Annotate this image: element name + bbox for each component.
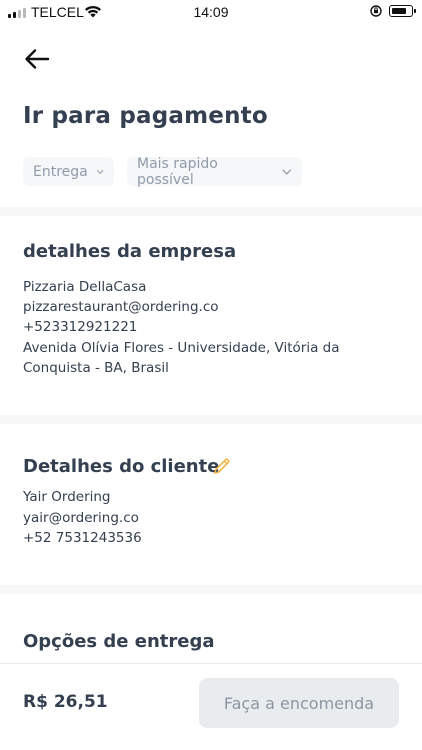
section-divider <box>0 207 422 216</box>
delivery-time-label: Mais rapido possível <box>137 155 218 188</box>
page-title: Ir para pagamento <box>23 103 268 129</box>
delivery-time-dropdown[interactable]: Mais rapido possível <box>127 155 302 188</box>
business-phone: +523312921221 <box>23 319 138 335</box>
business-name: Pizzaria DellaCasa <box>23 279 147 295</box>
customer-name: Yair Ordering <box>23 489 111 505</box>
section-divider <box>0 415 422 424</box>
customer-phone: +52 7531243536 <box>23 530 142 546</box>
battery-level <box>391 7 406 14</box>
customer-email: yair@ordering.co <box>23 510 139 526</box>
orientation-lock-icon <box>370 5 382 17</box>
back-arrow-icon[interactable] <box>22 46 52 72</box>
business-address-line1: Avenida Olívia Flores - Universidade, Vi… <box>23 340 340 356</box>
place-order-button[interactable]: Faça a encomenda <box>199 678 399 728</box>
business-details-title: detalhes da empresa <box>23 241 237 262</box>
chevron-down-icon <box>96 169 104 174</box>
delivery-type-dropdown[interactable]: Entrega <box>23 157 114 186</box>
clock: 14:09 <box>193 4 229 20</box>
delivery-type-label: Entrega <box>33 163 88 180</box>
checkout-footer: R$ 26,51 Faça a encomenda <box>0 663 422 750</box>
business-email: pizzarestaurant@ordering.co <box>23 299 219 315</box>
chevron-down-icon <box>281 168 291 175</box>
pencil-icon[interactable] <box>212 456 232 476</box>
section-divider <box>0 585 422 594</box>
delivery-options-title: Opções de entrega <box>23 631 215 652</box>
status-bar: TELCEL 14:09 <box>0 0 422 24</box>
order-total: R$ 26,51 <box>23 692 108 712</box>
business-address-line2: Conquista - BA, Brasil <box>23 360 169 376</box>
customer-details-title: Detalhes do cliente <box>23 456 220 477</box>
battery-icon <box>389 5 416 17</box>
